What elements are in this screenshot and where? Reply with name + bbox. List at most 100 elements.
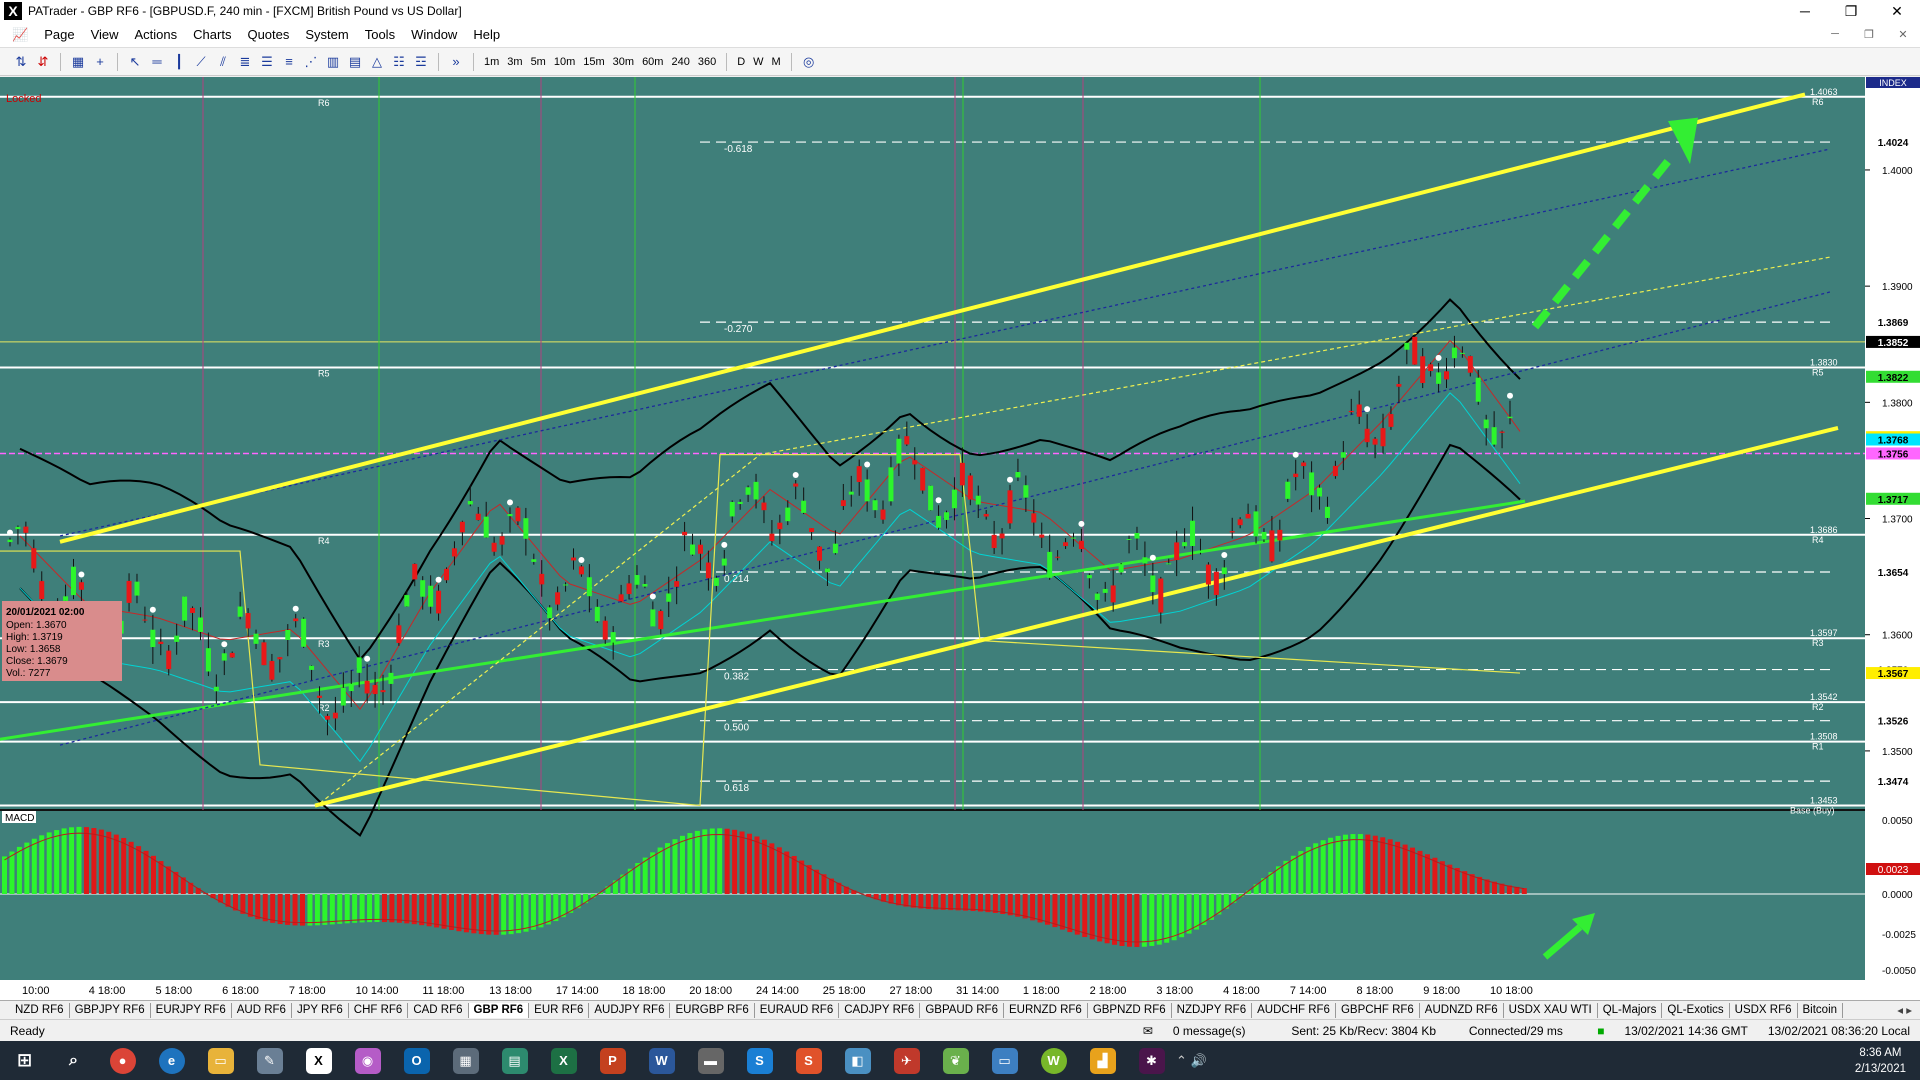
tf-15m[interactable]: 15m — [579, 52, 608, 72]
mdi-restore-icon[interactable]: ❐ — [1852, 28, 1886, 41]
fib-icon[interactable]: ≣ — [234, 52, 256, 72]
menu-system[interactable]: System — [297, 27, 356, 42]
symbol-tab[interactable]: GBPAUD RF6 — [920, 1002, 1004, 1018]
tab-scroll-arrows[interactable]: ◂ ▸ — [1897, 1003, 1920, 1017]
symbol-tab[interactable]: QL-Majors — [1598, 1002, 1663, 1018]
symbol-tab[interactable]: EURGBP RF6 — [670, 1002, 755, 1018]
w-app-icon[interactable]: W — [1029, 1041, 1078, 1080]
app-icon[interactable]: ▤ — [490, 1041, 539, 1080]
symbol-tab[interactable]: CADJPY RF6 — [839, 1002, 921, 1018]
monitor-icon[interactable]: ▭ — [980, 1041, 1029, 1080]
menu-window[interactable]: Window — [403, 27, 465, 42]
symbol-tab[interactable]: Bitcoin — [1798, 1002, 1844, 1018]
tf-30m[interactable]: 30m — [609, 52, 638, 72]
cursor-icon[interactable]: ↖ — [124, 52, 146, 72]
tf-w[interactable]: W — [749, 52, 767, 72]
symbol-tab[interactable]: USDX RF6 — [1730, 1002, 1798, 1018]
bird-icon[interactable]: ✈ — [882, 1041, 931, 1080]
vertical-line-icon[interactable]: ┃ — [168, 52, 190, 72]
close-button[interactable]: ✕ — [1874, 3, 1920, 20]
pen-icon[interactable]: ✎ — [245, 1041, 294, 1080]
leaf-icon[interactable]: ❦ — [931, 1041, 980, 1080]
mdi-close-icon[interactable]: ✕ — [1886, 28, 1920, 41]
gann-icon[interactable]: ▥ — [322, 52, 344, 72]
minimize-button[interactable]: ─ — [1782, 3, 1828, 19]
symbol-tab[interactable]: EURAUD RF6 — [755, 1002, 840, 1018]
calculator-icon[interactable]: ▦ — [441, 1041, 490, 1080]
search-icon[interactable]: ⌕ — [49, 1041, 98, 1080]
chart-icon[interactable]: ▦ — [67, 52, 89, 72]
levels-icon[interactable]: ☷ — [388, 52, 410, 72]
slack-icon[interactable]: ✱ — [1127, 1041, 1176, 1080]
tf-60m[interactable]: 60m — [638, 52, 667, 72]
tf-d[interactable]: D — [733, 52, 749, 72]
horizontal-line-icon[interactable]: ═ — [146, 52, 168, 72]
symbol-tab[interactable]: AUDCHF RF6 — [1252, 1002, 1336, 1018]
status-messages[interactable]: 0 message(s) — [1163, 1024, 1281, 1038]
taskbar-clock[interactable]: 8:36 AM 2/13/2021 — [1855, 1045, 1920, 1077]
menu-quotes[interactable]: Quotes — [239, 27, 297, 42]
symbol-tab[interactable]: QL-Exotics — [1662, 1002, 1730, 1018]
excel-icon[interactable]: X — [539, 1041, 588, 1080]
crosshair-icon[interactable]: + — [89, 52, 111, 72]
symbol-tab[interactable]: GBPCHF RF6 — [1336, 1002, 1420, 1018]
symbol-tab[interactable]: NZD RF6 — [10, 1002, 70, 1018]
edge-icon[interactable]: e — [147, 1041, 196, 1080]
symbol-tab[interactable]: AUDNZD RF6 — [1420, 1002, 1504, 1018]
symbol-tab[interactable]: AUD RF6 — [232, 1002, 292, 1018]
symbol-tab[interactable]: EURNZD RF6 — [1004, 1002, 1088, 1018]
menu-tools[interactable]: Tools — [357, 27, 403, 42]
symbol-tab[interactable]: EURJPY RF6 — [151, 1002, 232, 1018]
menu-actions[interactable]: Actions — [127, 27, 186, 42]
page-icon[interactable]: 📈 — [8, 27, 36, 43]
symbol-tab[interactable]: GBPJPY RF6 — [70, 1002, 151, 1018]
menu-help[interactable]: Help — [465, 27, 508, 42]
symbol-tab[interactable]: GBP RF6 — [468, 1002, 530, 1018]
symbol-tab[interactable]: USDX XAU WTI — [1504, 1002, 1598, 1018]
media-icon[interactable]: ◉ — [343, 1041, 392, 1080]
trendline-icon[interactable]: ⟋ — [190, 52, 212, 72]
symbol-tab[interactable]: AUDJPY RF6 — [589, 1002, 671, 1018]
menu-view[interactable]: View — [83, 27, 127, 42]
s-app-icon[interactable]: S — [784, 1041, 833, 1080]
more-tools-icon[interactable]: » — [445, 52, 467, 72]
viewer-icon[interactable]: ◧ — [833, 1041, 882, 1080]
symbol-tab[interactable]: CHF RF6 — [349, 1002, 409, 1018]
pivot-icon[interactable]: ≡ — [278, 52, 300, 72]
f-app-icon[interactable]: ▟ — [1078, 1041, 1127, 1080]
word-icon[interactable]: W — [637, 1041, 686, 1080]
powerpoint-icon[interactable]: P — [588, 1041, 637, 1080]
bars-icon[interactable]: ▤ — [344, 52, 366, 72]
symbol-tab[interactable]: NZDJPY RF6 — [1172, 1002, 1253, 1018]
levels-alt-icon[interactable]: ☲ — [410, 52, 432, 72]
explorer-icon[interactable]: ▭ — [196, 1041, 245, 1080]
snagit-icon[interactable]: S — [735, 1041, 784, 1080]
start-icon[interactable]: ⊞ — [0, 1041, 49, 1080]
price-chart[interactable]: R61.4063R6R51.3830R5R41.3686R4R31.3597R3… — [0, 77, 1920, 1000]
symbol-tab[interactable]: GBPNZD RF6 — [1088, 1002, 1172, 1018]
mail-icon[interactable]: ✉ — [1133, 1024, 1163, 1038]
menu-charts[interactable]: Charts — [185, 27, 239, 42]
tf-240[interactable]: 240 — [667, 52, 693, 72]
symbol-tab[interactable]: EUR RF6 — [529, 1002, 590, 1018]
tf-5m[interactable]: 5m — [527, 52, 550, 72]
clock-icon[interactable]: ◎ — [798, 52, 820, 72]
sell-icon[interactable]: ⇵ — [32, 52, 54, 72]
maximize-button[interactable]: ❐ — [1828, 3, 1874, 20]
tf-10m[interactable]: 10m — [550, 52, 579, 72]
tf-3m[interactable]: 3m — [503, 52, 526, 72]
tf-m[interactable]: M — [768, 52, 785, 72]
fan-icon[interactable]: ⋰ — [300, 52, 322, 72]
system-tray-icon[interactable]: ⌃ 🔊 — [1176, 1053, 1217, 1069]
triangle-icon[interactable]: △ — [366, 52, 388, 72]
tf-1m[interactable]: 1m — [480, 52, 503, 72]
buy-icon[interactable]: ⇅ — [10, 52, 32, 72]
tf-360[interactable]: 360 — [694, 52, 720, 72]
chrome-icon[interactable]: ● — [98, 1041, 147, 1080]
mdi-minimize-icon[interactable]: ─ — [1818, 28, 1852, 41]
channel-icon[interactable]: ⫽ — [212, 52, 234, 72]
outlook-icon[interactable]: O — [392, 1041, 441, 1080]
symbol-tab[interactable]: CAD RF6 — [408, 1002, 469, 1018]
fib-extension-icon[interactable]: ☰ — [256, 52, 278, 72]
symbol-tab[interactable]: JPY RF6 — [292, 1002, 349, 1018]
